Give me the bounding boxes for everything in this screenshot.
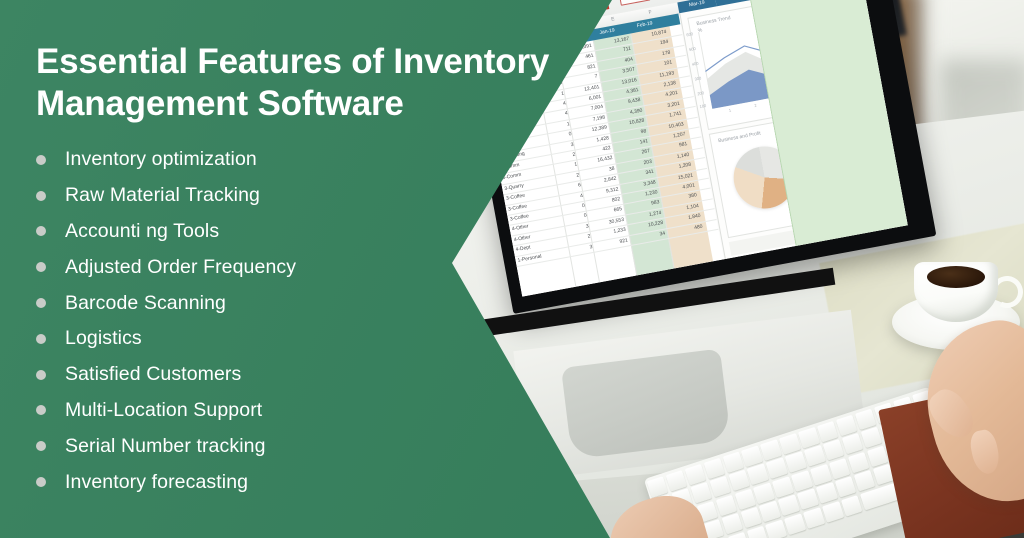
keyboard-key[interactable] [784,513,806,535]
bullet-dot-icon [36,298,46,309]
feature-label: Inventory optimization [65,148,257,171]
feature-label: Raw Material Tracking [65,184,260,207]
keyboard-key[interactable] [822,500,844,523]
bullet-dot-icon [36,369,46,380]
keyboard-key[interactable] [740,506,763,529]
feature-list-item: Barcode Scanning [36,285,296,321]
bullet-dot-icon [36,405,46,416]
keyboard-key[interactable] [709,476,732,498]
keyboard-key[interactable] [722,451,745,474]
keyboard-key[interactable] [816,482,838,504]
feature-label: Accounti ng Tools [65,219,220,242]
page-title-line2: Management Software [36,83,404,123]
keyboard-key[interactable] [798,426,820,449]
feature-label: Inventory forecasting [65,470,249,493]
keyboard-key[interactable] [741,445,764,467]
keyboard-key[interactable] [721,513,744,535]
keyboard-key[interactable] [822,439,845,461]
feature-label: Adjusted Order Frequency [65,255,297,278]
keyboard-key[interactable] [840,494,863,517]
feature-list-item: Adjusted Order Frequency [36,249,296,285]
keyboard-key[interactable] [804,445,826,467]
keyboard-key[interactable] [778,494,800,517]
feature-list-item: Inventory optimization [36,142,296,178]
keyboard-key[interactable] [734,488,757,510]
keyboard-key[interactable] [847,451,870,474]
keyboard-key[interactable] [834,476,857,498]
feature-label: Serial Number tracking [65,434,266,457]
keyboard-key[interactable] [684,463,707,486]
banner-content: Essential Features of Inventory Manageme… [0,0,620,538]
feature-label: Multi-Location Support [65,398,263,421]
th-feb: Feb-19 [636,20,654,30]
feature-list-item: Multi-Location Support [36,393,296,429]
keyboard-key[interactable] [765,519,788,538]
keyboard-key[interactable] [779,433,801,455]
keyboard-key[interactable] [810,463,832,486]
keyboard-key[interactable] [791,470,813,492]
feature-list-item: Serial Number tracking [36,428,296,464]
keyboard-key[interactable] [690,482,713,504]
feature-list-item: Satisfied Customers [36,357,296,393]
keyboard-key[interactable] [747,463,770,486]
bullet-dot-icon [36,262,46,273]
keyboard-key[interactable] [766,457,788,480]
keyboard-key[interactable] [803,506,825,529]
bullet-dot-icon [36,226,46,237]
feature-list-item: Inventory forecasting [36,464,296,500]
keyboard-key[interactable] [841,433,864,455]
keyboard-key[interactable] [703,457,726,480]
keyboard-key[interactable] [746,525,769,538]
feature-label: Satisfied Customers [65,363,242,386]
coffee-liquid [927,266,985,288]
bullet-dot-icon [36,441,46,452]
keyboard-key[interactable] [816,420,839,443]
keyboard-key[interactable] [828,457,851,480]
column-header-f[interactable]: F [648,9,652,15]
bullet-dot-icon [36,154,46,165]
keyboard-key[interactable] [854,408,877,430]
bullet-dot-icon [36,333,46,344]
keyboard-key[interactable] [835,414,858,437]
keyboard-key[interactable] [665,469,688,492]
feature-list-item: Logistics [36,321,296,357]
keyboard-key[interactable] [772,476,794,498]
banner-stage: Spreadsheet File Home Insert Data View [0,0,1024,538]
feature-label: Logistics [65,327,142,350]
keyboard-key[interactable] [715,494,738,517]
feature-list-item: Raw Material Tracking [36,178,296,214]
bullet-dot-icon [36,190,46,201]
keyboard-key[interactable] [797,488,819,510]
keyboard-key[interactable] [853,470,876,492]
feature-list-item: Accounti ng Tools [36,214,296,250]
keyboard-key[interactable] [760,439,782,461]
keyboard-key[interactable] [646,476,669,498]
page-title-line1: Essential Features of Inventory [36,42,550,82]
keyboard-key[interactable] [759,500,782,523]
bullet-dot-icon [36,477,46,488]
feature-label: Barcode Scanning [65,291,226,314]
style-swatch-normal[interactable] [617,0,651,6]
feature-list: Inventory optimization Raw Material Track… [36,142,296,500]
keyboard-key[interactable] [753,482,776,504]
keyboard-key[interactable] [728,470,751,492]
keyboard-key[interactable] [860,426,883,449]
page-title: Essential Features of Inventory Manageme… [36,41,596,124]
keyboard-key[interactable] [785,451,807,474]
